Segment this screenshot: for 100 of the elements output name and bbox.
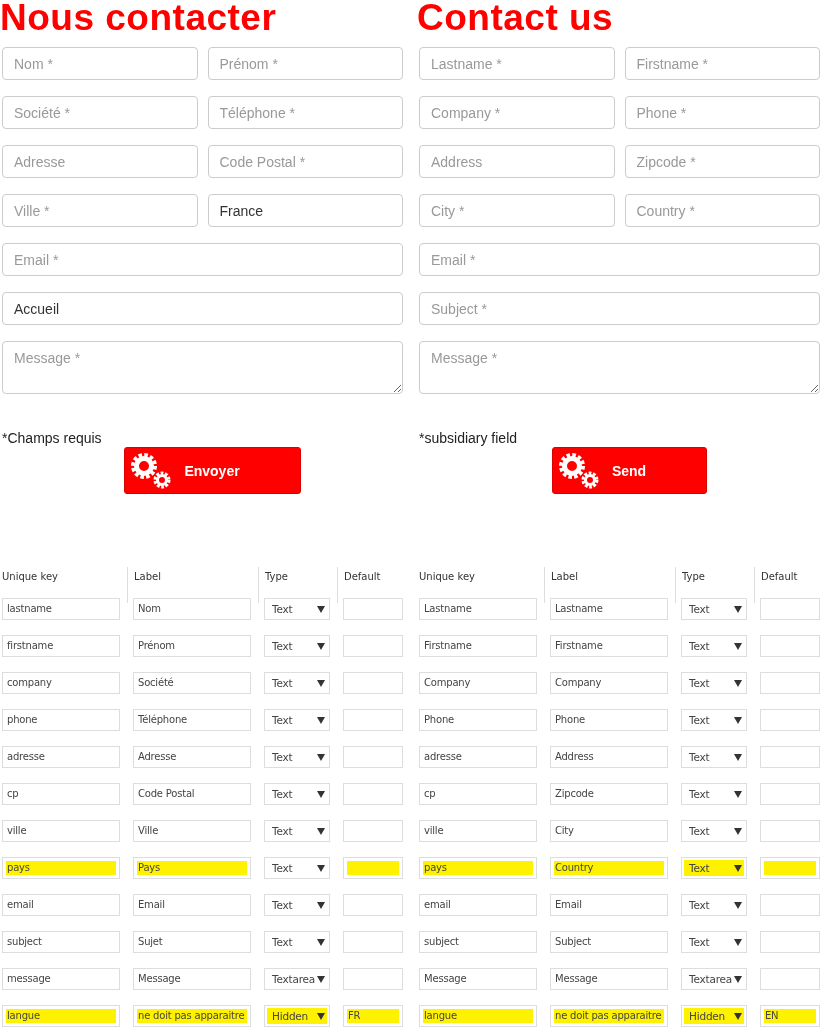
- default-field[interactable]: [760, 857, 820, 879]
- type-select[interactable]: Text: [681, 857, 747, 879]
- label-field[interactable]: Adresse: [133, 746, 251, 768]
- type-select[interactable]: Text: [264, 931, 330, 953]
- key-field[interactable]: cp: [2, 783, 120, 805]
- key-field[interactable]: ville: [419, 820, 537, 842]
- input-field[interactable]: City *: [419, 194, 615, 227]
- type-select[interactable]: Text: [264, 894, 330, 916]
- default-field[interactable]: [343, 857, 403, 879]
- default-field[interactable]: [760, 672, 820, 694]
- label-field[interactable]: Prénom: [133, 635, 251, 657]
- type-select[interactable]: Hidden: [264, 1005, 330, 1027]
- input-field[interactable]: Téléphone *: [207, 96, 403, 129]
- key-field[interactable]: adresse: [2, 746, 120, 768]
- type-select[interactable]: Textarea: [264, 968, 330, 990]
- send-button[interactable]: Envoyer: [124, 447, 301, 494]
- input-field[interactable]: Lastname *: [419, 47, 615, 80]
- label-field[interactable]: Nom: [133, 598, 251, 620]
- label-field[interactable]: Subject: [550, 931, 668, 953]
- key-field[interactable]: ville: [2, 820, 120, 842]
- message-field[interactable]: Message *: [2, 341, 403, 394]
- type-select[interactable]: Text: [264, 857, 330, 879]
- key-field[interactable]: adresse: [419, 746, 537, 768]
- label-field[interactable]: Téléphone: [133, 709, 251, 731]
- input-field[interactable]: Code Postal *: [207, 145, 403, 178]
- key-field[interactable]: company: [2, 672, 120, 694]
- input-field[interactable]: Firstname *: [624, 47, 820, 80]
- default-field[interactable]: [760, 598, 820, 620]
- type-select[interactable]: Textarea: [681, 968, 747, 990]
- default-field[interactable]: [760, 783, 820, 805]
- type-select[interactable]: Text: [264, 635, 330, 657]
- key-field[interactable]: email: [2, 894, 120, 916]
- default-field[interactable]: [343, 894, 403, 916]
- key-field[interactable]: cp: [419, 783, 537, 805]
- default-field[interactable]: [343, 820, 403, 842]
- label-field[interactable]: Phone: [550, 709, 668, 731]
- key-field[interactable]: Phone: [419, 709, 537, 731]
- default-field[interactable]: [343, 783, 403, 805]
- type-select[interactable]: Text: [264, 598, 330, 620]
- key-field[interactable]: Firstname: [419, 635, 537, 657]
- input-field[interactable]: Zipcode *: [624, 145, 820, 178]
- type-select[interactable]: Hidden: [681, 1005, 747, 1027]
- input-field[interactable]: Subject *: [419, 292, 820, 325]
- label-field[interactable]: Société: [133, 672, 251, 694]
- input-field[interactable]: Phone *: [624, 96, 820, 129]
- type-select[interactable]: Text: [264, 783, 330, 805]
- default-field[interactable]: [760, 635, 820, 657]
- default-field[interactable]: [760, 820, 820, 842]
- default-field[interactable]: [343, 635, 403, 657]
- default-field[interactable]: EN: [760, 1005, 820, 1027]
- input-field[interactable]: Adresse: [2, 145, 198, 178]
- input-field[interactable]: Company *: [419, 96, 615, 129]
- type-select[interactable]: Text: [681, 709, 747, 731]
- label-field[interactable]: ne doit pas apparaitre: [133, 1005, 251, 1027]
- label-field[interactable]: Email: [550, 894, 668, 916]
- type-select[interactable]: Text: [681, 894, 747, 916]
- key-field[interactable]: email: [419, 894, 537, 916]
- type-select[interactable]: Text: [264, 746, 330, 768]
- type-select[interactable]: Text: [681, 783, 747, 805]
- default-field[interactable]: [343, 598, 403, 620]
- label-field[interactable]: Ville: [133, 820, 251, 842]
- label-field[interactable]: Message: [550, 968, 668, 990]
- default-field[interactable]: [760, 746, 820, 768]
- default-field[interactable]: [760, 968, 820, 990]
- label-field[interactable]: Zipcode: [550, 783, 668, 805]
- key-field[interactable]: pays: [2, 857, 120, 879]
- key-field[interactable]: subject: [2, 931, 120, 953]
- label-field[interactable]: Address: [550, 746, 668, 768]
- type-select[interactable]: Text: [264, 672, 330, 694]
- key-field[interactable]: Lastname: [419, 598, 537, 620]
- type-select[interactable]: Text: [681, 598, 747, 620]
- label-field[interactable]: Country: [550, 857, 668, 879]
- default-field[interactable]: [760, 894, 820, 916]
- type-select[interactable]: Text: [681, 746, 747, 768]
- default-field[interactable]: [343, 672, 403, 694]
- input-field[interactable]: Email *: [2, 243, 403, 276]
- type-select[interactable]: Text: [681, 672, 747, 694]
- default-field[interactable]: [343, 709, 403, 731]
- key-field[interactable]: langue: [2, 1005, 120, 1027]
- key-field[interactable]: lastname: [2, 598, 120, 620]
- send-button[interactable]: Send: [551, 447, 708, 494]
- label-field[interactable]: City: [550, 820, 668, 842]
- type-select[interactable]: Text: [681, 820, 747, 842]
- input-field[interactable]: Prénom *: [207, 47, 403, 80]
- label-field[interactable]: ne doit pas apparaitre: [550, 1005, 668, 1027]
- key-field[interactable]: firstname: [2, 635, 120, 657]
- label-field[interactable]: Firstname: [550, 635, 668, 657]
- input-field[interactable]: Société *: [2, 96, 198, 129]
- default-field[interactable]: [343, 968, 403, 990]
- key-field[interactable]: phone: [2, 709, 120, 731]
- type-select[interactable]: Text: [264, 709, 330, 731]
- label-field[interactable]: Company: [550, 672, 668, 694]
- key-field[interactable]: Message: [419, 968, 537, 990]
- default-field[interactable]: FR: [343, 1005, 403, 1027]
- label-field[interactable]: Sujet: [133, 931, 251, 953]
- label-field[interactable]: Lastname: [550, 598, 668, 620]
- default-field[interactable]: [343, 931, 403, 953]
- type-select[interactable]: Text: [681, 635, 747, 657]
- message-field[interactable]: Message *: [419, 341, 820, 394]
- key-field[interactable]: Company: [419, 672, 537, 694]
